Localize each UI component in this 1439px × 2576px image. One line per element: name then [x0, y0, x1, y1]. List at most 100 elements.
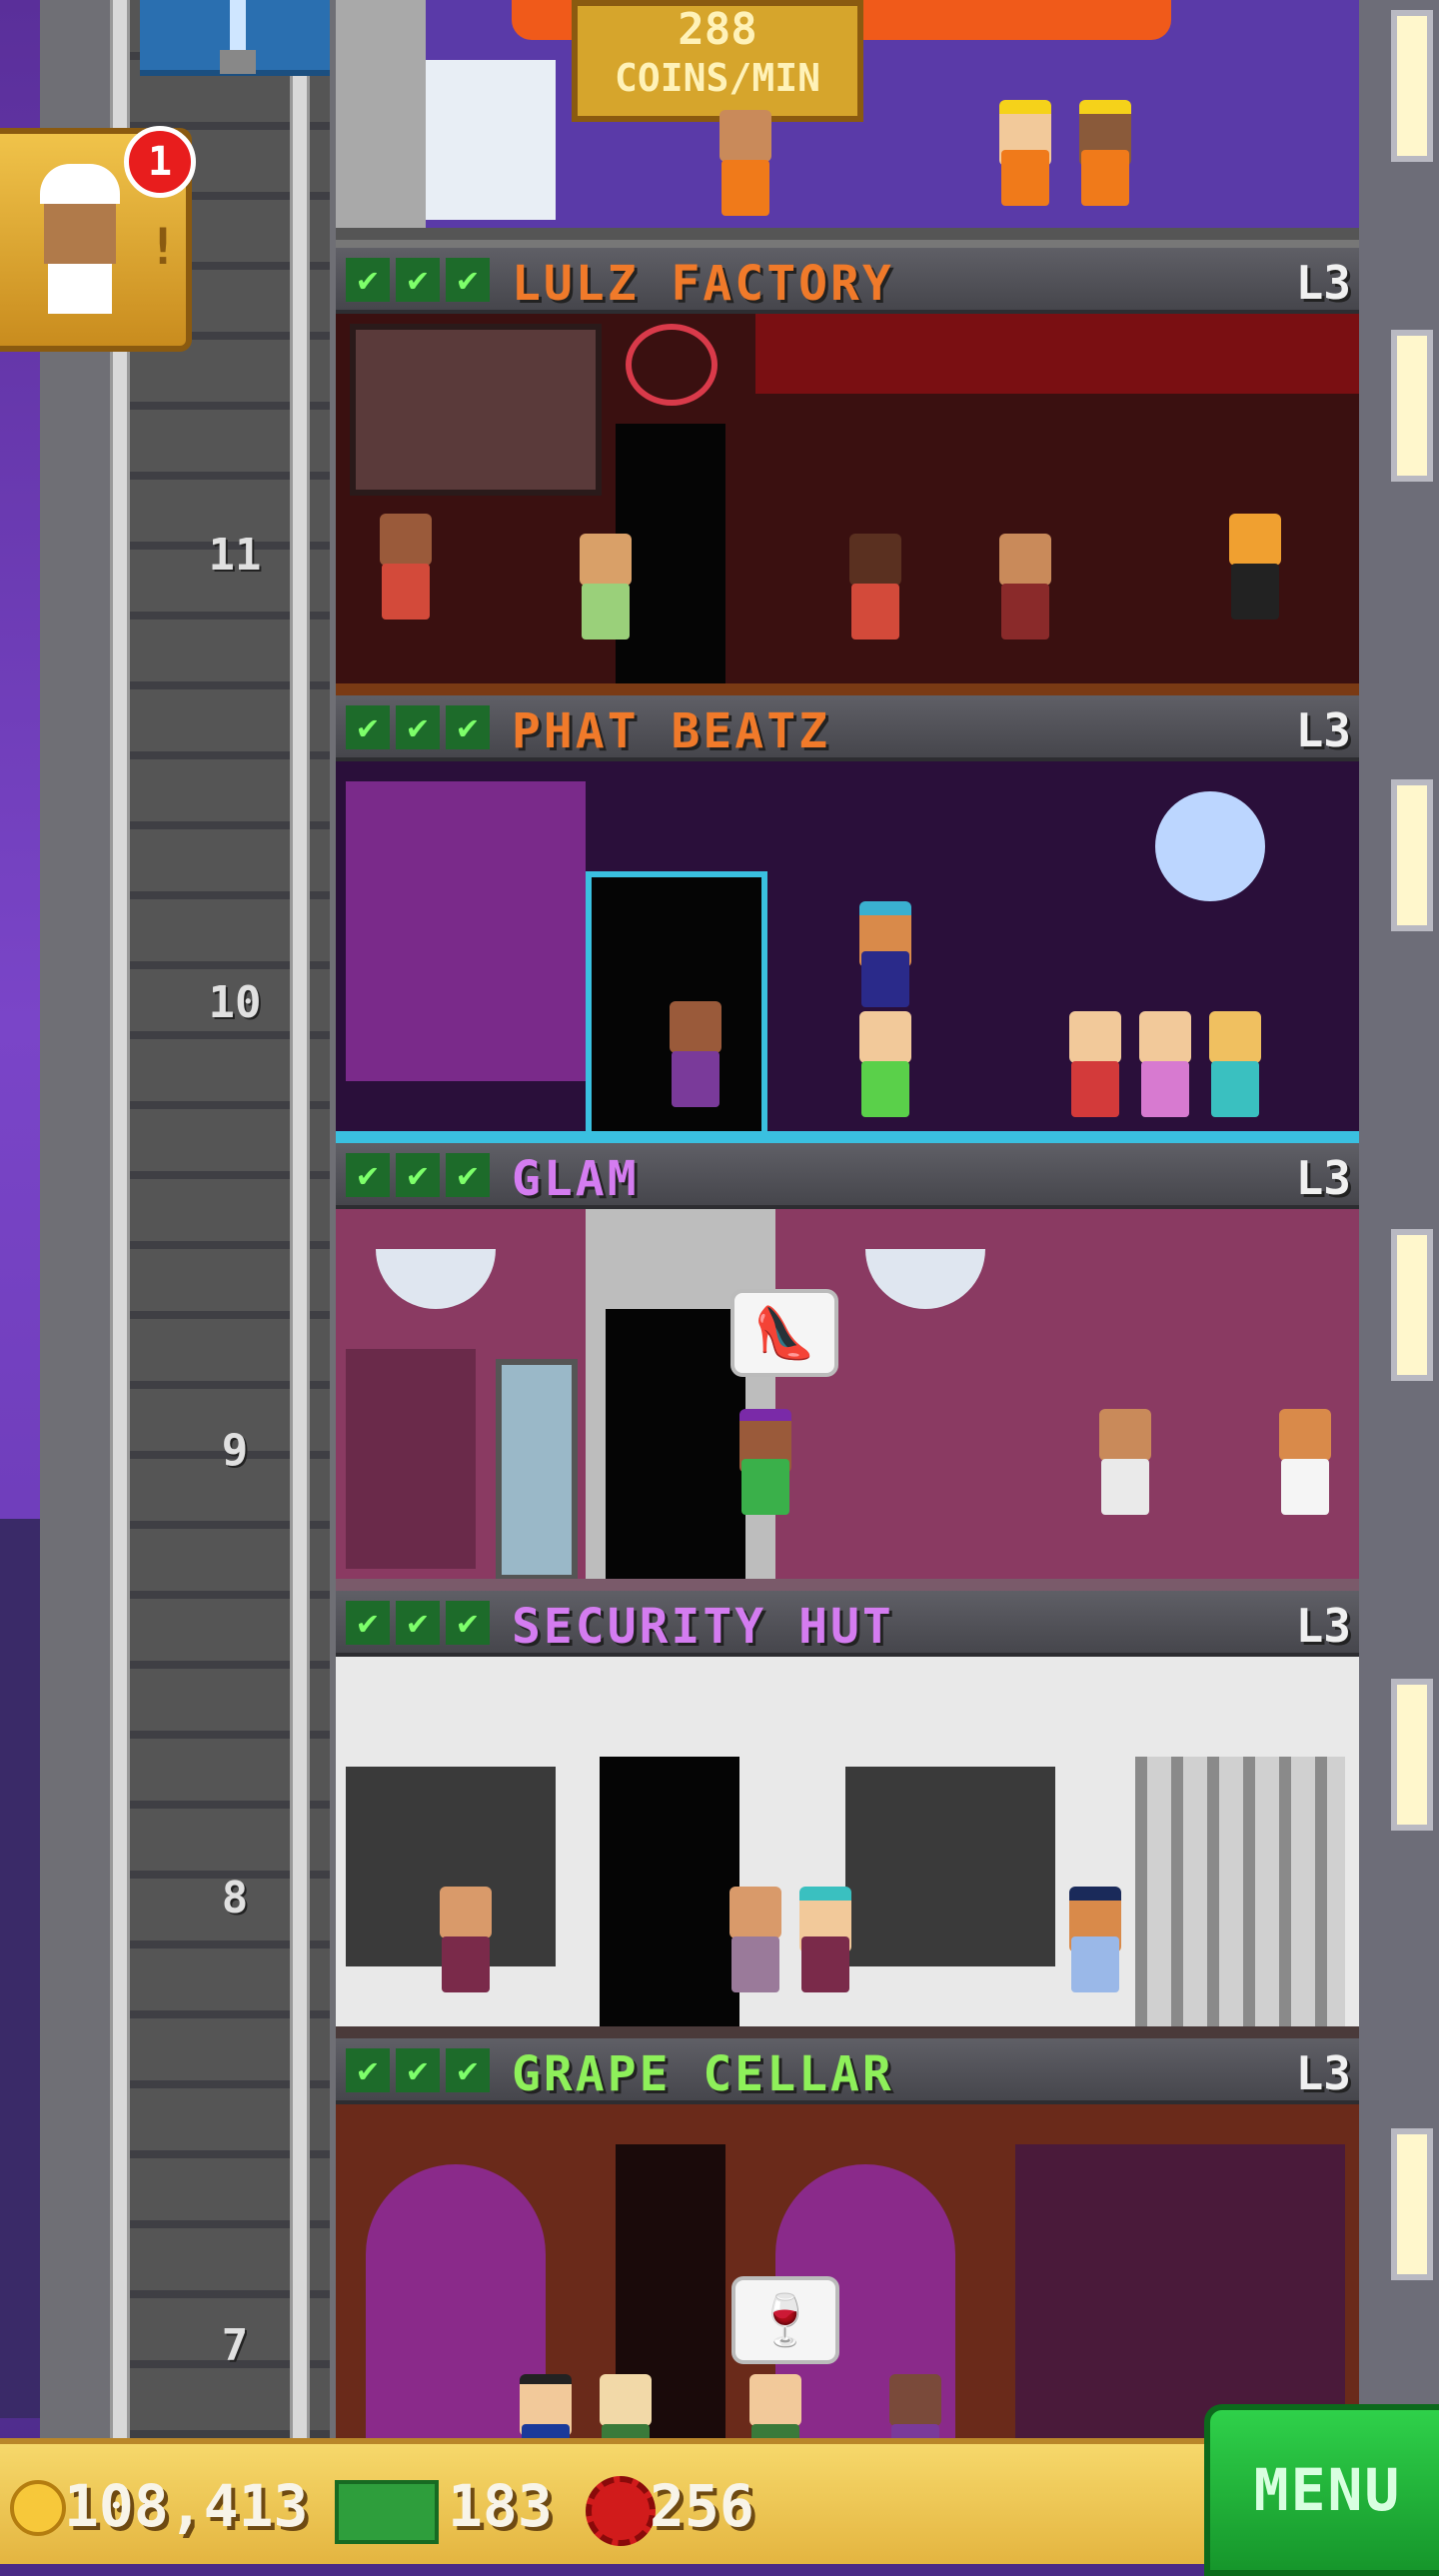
coin-rate-sign: 288 COINS/MIN: [572, 0, 863, 122]
chandelier: [376, 1249, 496, 1309]
guest[interactable]: [855, 1011, 915, 1131]
city-skyline: [0, 1519, 40, 2418]
check-icon: ✔: [396, 1153, 440, 1197]
guard[interactable]: [436, 1887, 496, 2006]
chef-notification[interactable]: 1 !: [0, 126, 196, 352]
coin-icon: [10, 2480, 66, 2536]
token-icon: [586, 2476, 656, 2546]
tower-window: [1391, 10, 1433, 162]
room-interior[interactable]: [336, 1657, 1359, 2038]
floor-checks: ✔ ✔ ✔: [346, 1153, 490, 1197]
floor-header: ✔ ✔ ✔ GRAPE CELLAR L3: [336, 2038, 1359, 2104]
floor-name: SECURITY HUT: [512, 1599, 894, 1655]
room-interior[interactable]: [336, 761, 1359, 1143]
guest[interactable]: [995, 534, 1055, 653]
check-icon: ✔: [396, 258, 440, 302]
bux-icon: [335, 2480, 439, 2544]
jail-cell: [1135, 1757, 1345, 2028]
guest[interactable]: [725, 1887, 785, 2006]
clothes-rack: [346, 1349, 476, 1569]
monitor-bank: [845, 1767, 1055, 1966]
dancer[interactable]: [1135, 1011, 1195, 1131]
dancer[interactable]: [1065, 1011, 1125, 1131]
police-officer[interactable]: [1065, 1887, 1125, 2006]
floor-lulz-factory[interactable]: ✔ ✔ ✔ LULZ FACTORY L3: [336, 248, 1359, 695]
floor-number-7: 7: [221, 2320, 249, 2371]
lobby-floorline: [336, 228, 1359, 240]
elevator-hook: [220, 50, 256, 74]
floor-level: L3: [1295, 703, 1351, 757]
tower-window: [1391, 2128, 1433, 2280]
stylist[interactable]: [1275, 1409, 1335, 1529]
room-interior[interactable]: [336, 314, 1359, 695]
floor-phat-beatz[interactable]: ✔ ✔ ✔ PHAT BEATZ L3: [336, 695, 1359, 1143]
floor-name: GRAPE CELLAR: [512, 2046, 894, 2102]
menu-button[interactable]: MENU: [1204, 2404, 1439, 2576]
guest[interactable]: [795, 1887, 855, 2006]
check-icon: ✔: [346, 2048, 390, 2092]
room-floorline: [336, 2026, 1359, 2038]
elevator-shaft[interactable]: 11 10 9 8 7: [40, 0, 372, 2438]
check-icon: ✔: [346, 1601, 390, 1645]
floor-number-8: 8: [221, 1873, 249, 1924]
floor-name: PHAT BEATZ: [512, 703, 830, 759]
coin-rate-unit: COINS/MIN: [615, 56, 820, 100]
lobby-worker[interactable]: [1075, 100, 1135, 220]
floor-level: L3: [1295, 1599, 1351, 1653]
floor-level: L3: [1295, 2046, 1351, 2100]
tower-window: [1391, 779, 1433, 931]
lobby-worker[interactable]: [995, 100, 1055, 220]
alert-icon: !: [148, 218, 179, 276]
guest[interactable]: [735, 1409, 795, 1529]
floor-level: L3: [1295, 256, 1351, 310]
floor-number-10: 10: [208, 977, 262, 1028]
elevator-car[interactable]: [140, 0, 330, 76]
shoe-request-bubble[interactable]: 👠: [730, 1289, 838, 1377]
stylist[interactable]: [1095, 1409, 1155, 1529]
guest[interactable]: [376, 514, 436, 634]
chef-avatar: [30, 164, 130, 324]
guest[interactable]: [666, 1001, 725, 1121]
floor-name: GLAM: [512, 1151, 640, 1207]
check-icon: ✔: [396, 1601, 440, 1645]
check-icon: ✔: [446, 1153, 490, 1197]
notification-badge: 1: [124, 126, 196, 198]
guest[interactable]: [576, 534, 636, 653]
tower-window: [1391, 330, 1433, 482]
tower: 288 COINS/MIN ✔ ✔ ✔ LULZ FACTORY L3 ✔ ✔ …: [336, 0, 1359, 2486]
check-icon: ✔: [396, 705, 440, 749]
stage-curtain: [755, 314, 1359, 394]
check-icon: ✔: [446, 258, 490, 302]
floor-glam[interactable]: ✔ ✔ ✔ GLAM L3 👠: [336, 1143, 1359, 1591]
chandelier: [865, 1249, 985, 1309]
performer[interactable]: [1225, 514, 1285, 634]
floor-number-11: 11: [208, 530, 262, 581]
dancer[interactable]: [1205, 1011, 1265, 1131]
room-floorline: [336, 1131, 1359, 1143]
tower-window: [1391, 1229, 1433, 1381]
check-icon: ✔: [346, 258, 390, 302]
floor-header: ✔ ✔ ✔ LULZ FACTORY L3: [336, 248, 1359, 314]
guest[interactable]: [845, 534, 905, 653]
shaft-rail-right: [290, 0, 310, 2438]
check-icon: ✔: [346, 1153, 390, 1197]
room-floorline: [336, 683, 1359, 695]
floor-checks: ✔ ✔ ✔: [346, 2048, 490, 2092]
lobby-person[interactable]: [716, 110, 775, 230]
floor-header: ✔ ✔ ✔ PHAT BEATZ L3: [336, 695, 1359, 761]
tower-window: [1391, 1679, 1433, 1831]
floor-checks: ✔ ✔ ✔: [346, 1601, 490, 1645]
lobby-window: [426, 60, 556, 220]
wine-request-bubble[interactable]: 🍷: [731, 2276, 839, 2364]
floor-security-hut[interactable]: ✔ ✔ ✔ SECURITY HUT L3: [336, 1591, 1359, 2038]
floor-checks: ✔ ✔ ✔: [346, 258, 490, 302]
token-balance: 256: [650, 2472, 754, 2540]
shaft-rail-left: [110, 0, 130, 2438]
check-icon: ✔: [396, 2048, 440, 2092]
coin-rate-value: 288: [678, 4, 757, 55]
lobby-floor[interactable]: 288 COINS/MIN: [336, 0, 1359, 240]
room-floorline: [336, 1579, 1359, 1591]
doorway: [606, 1309, 745, 1591]
room-interior[interactable]: 👠: [336, 1209, 1359, 1591]
dj[interactable]: [855, 901, 915, 1021]
